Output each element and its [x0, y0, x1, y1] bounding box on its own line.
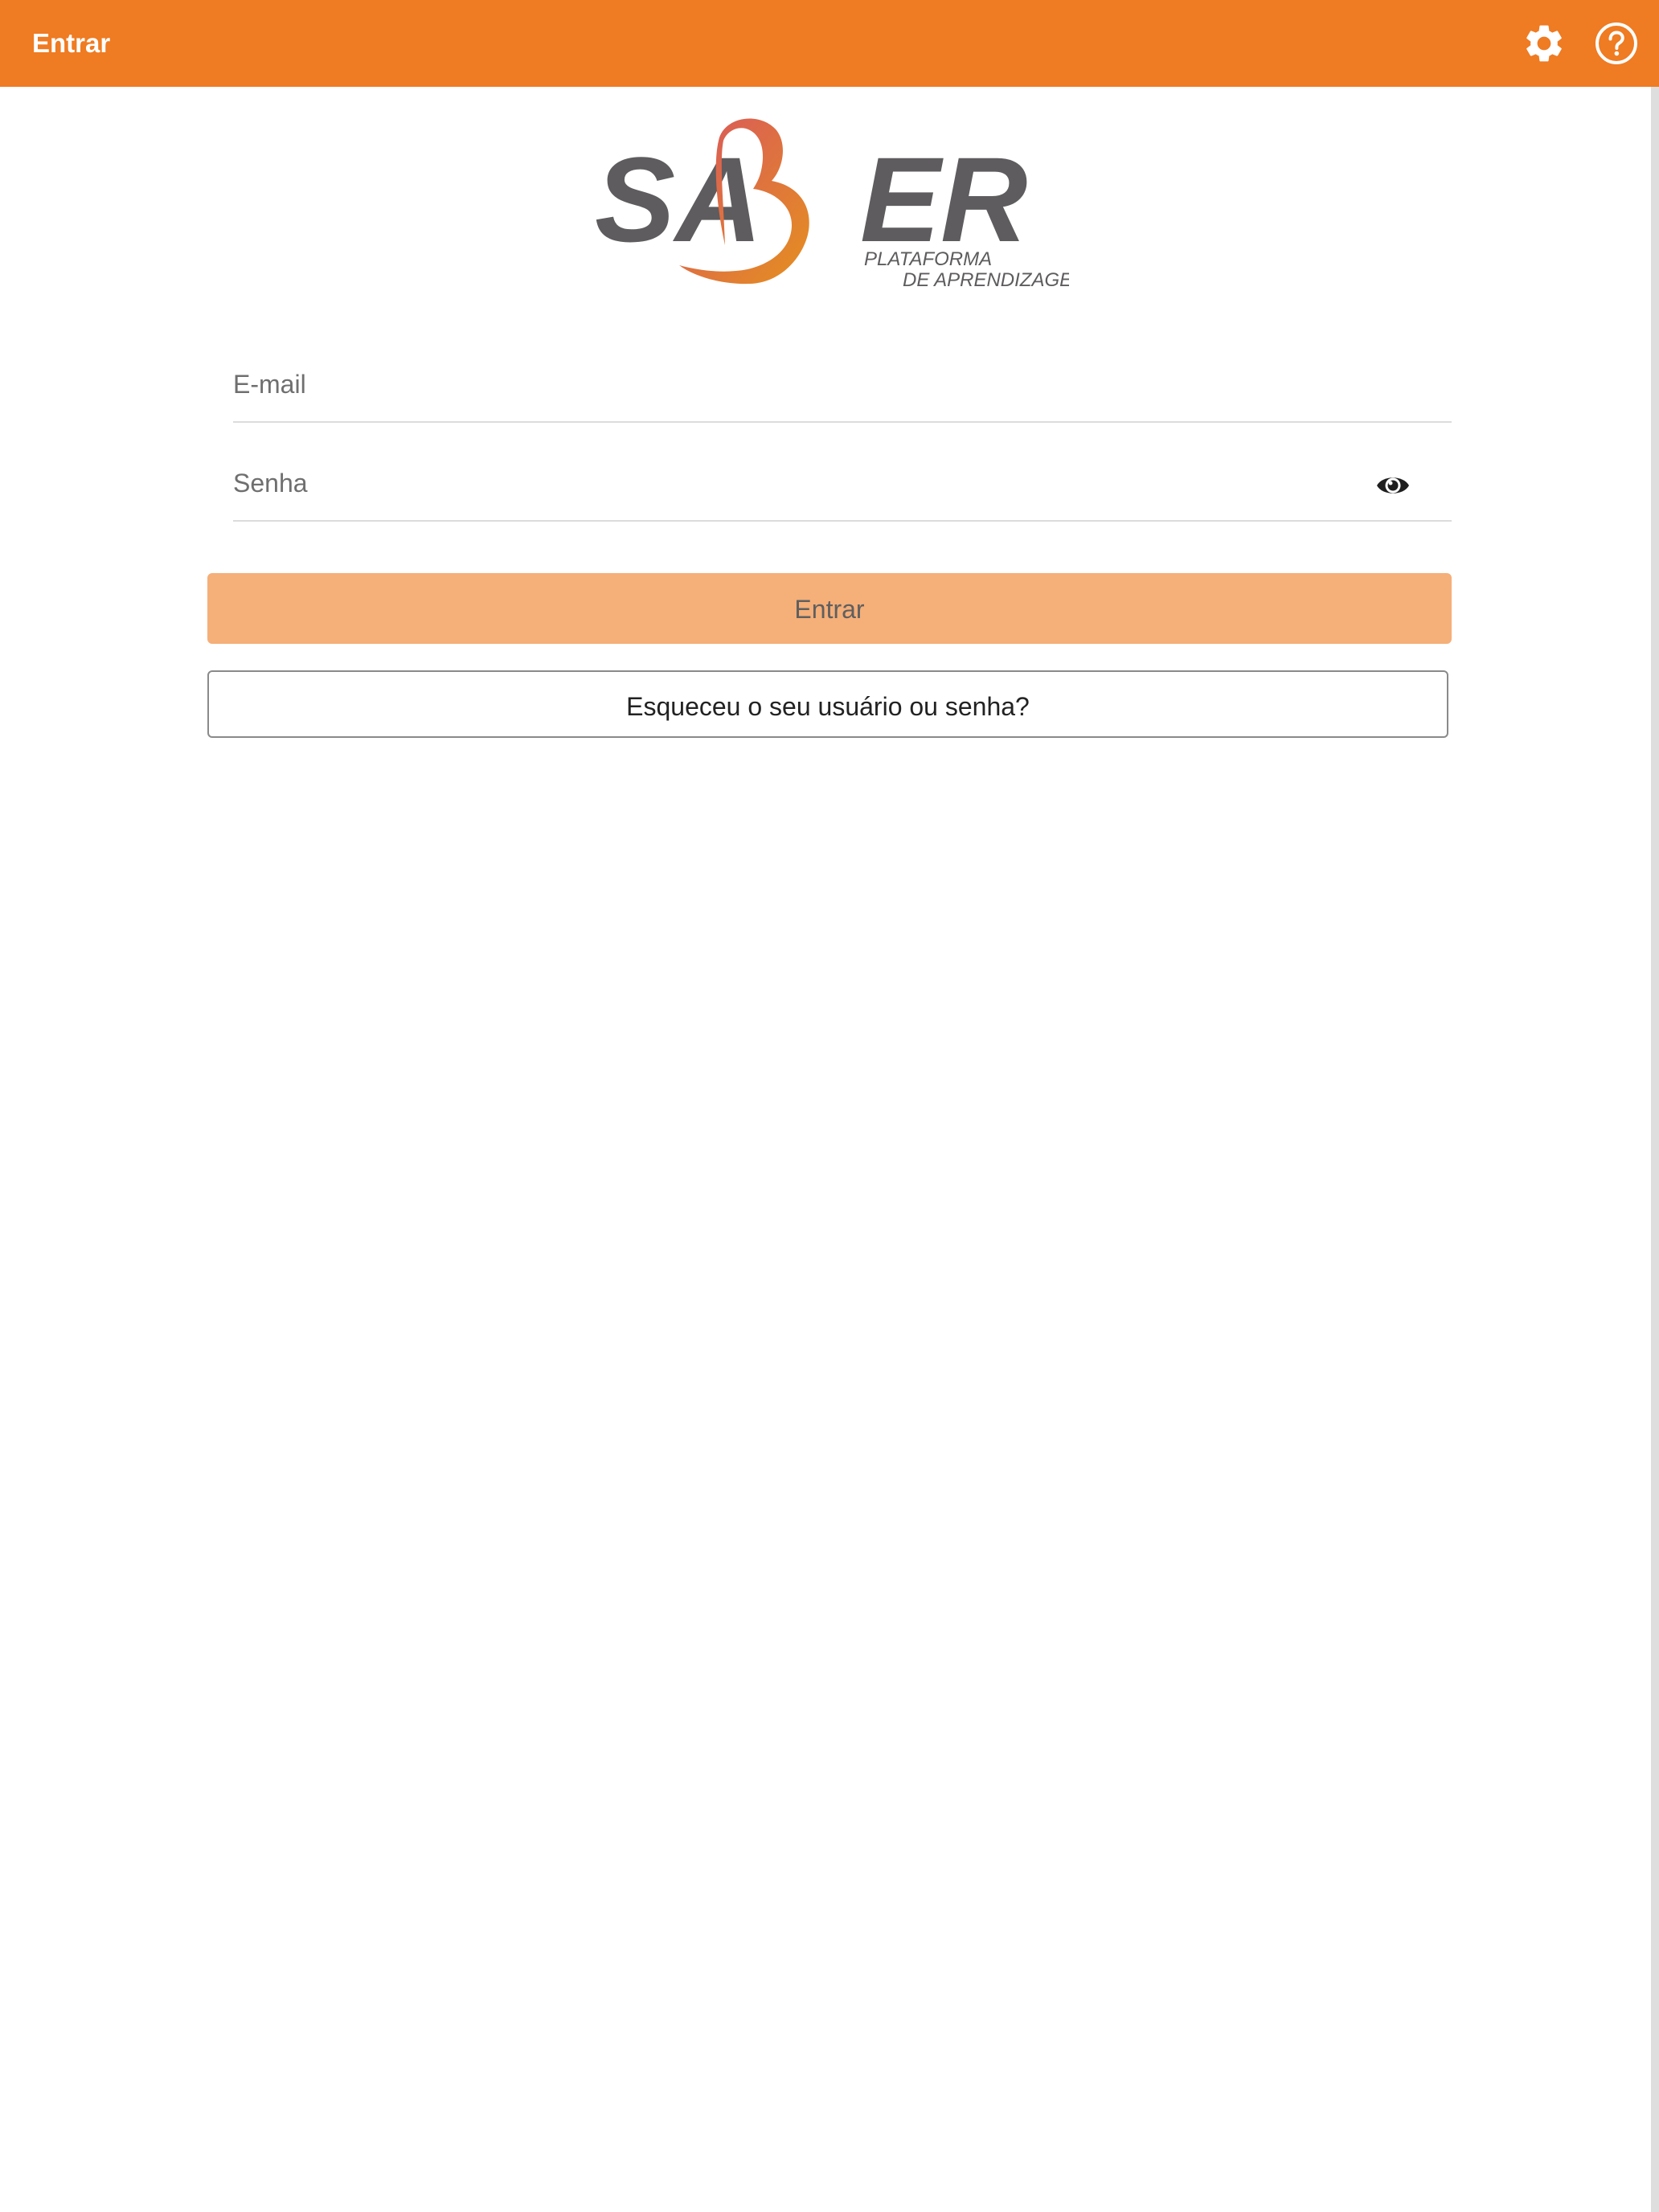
show-password-eye-icon[interactable]: [1375, 471, 1411, 500]
email-input[interactable]: [233, 349, 1358, 420]
svg-text:DE APRENDIZAGEM: DE APRENDIZAGEM: [903, 269, 1069, 291]
svg-text:ER: ER: [860, 132, 1027, 267]
scrollbar[interactable]: [1651, 87, 1659, 2212]
top-app-bar: Entrar: [0, 0, 1659, 87]
gear-icon[interactable]: [1522, 21, 1567, 66]
help-icon[interactable]: [1594, 21, 1639, 66]
saber-logo: SA ER PLATAFORMA DE APRENDIZAGEM: [595, 118, 1069, 291]
svg-text:PLATAFORMA: PLATAFORMA: [864, 248, 992, 270]
password-field[interactable]: [233, 448, 1452, 522]
email-field[interactable]: [233, 349, 1452, 423]
password-input[interactable]: [233, 448, 1358, 518]
forgot-credentials-button[interactable]: Esqueceu o seu usuário ou senha?: [207, 670, 1448, 738]
page-title: Entrar: [32, 28, 111, 58]
svg-text:SA: SA: [595, 132, 762, 267]
login-button[interactable]: Entrar: [207, 573, 1452, 644]
